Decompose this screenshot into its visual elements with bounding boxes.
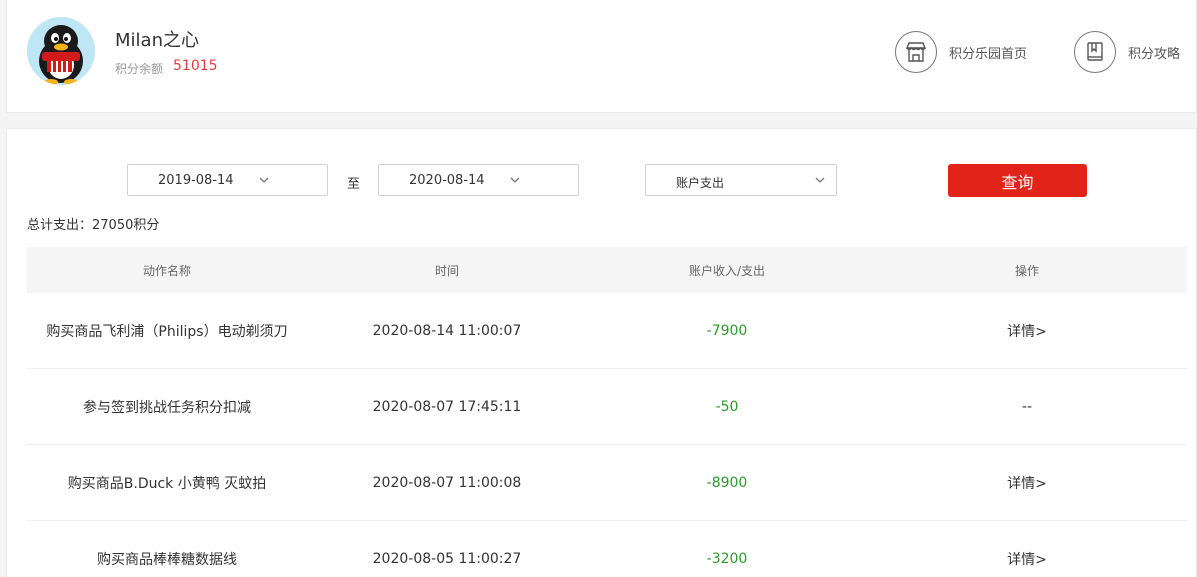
penguin-avatar-icon [27, 17, 95, 85]
store-icon [895, 31, 937, 73]
row-time: 2020-08-05 11:00:27 [372, 550, 522, 567]
row-time: 2020-08-07 17:45:11 [372, 398, 522, 415]
table-row: 购买商品飞利浦（Philips）电动剃须刀 2020-08-14 11:00:0… [27, 293, 1187, 369]
row-action: 购买商品B.Duck 小黄鸭 灭蚊拍 [67, 475, 267, 492]
end-date-select[interactable]: 2020-08-14 [378, 164, 579, 196]
date-range-separator: 至 [347, 177, 361, 192]
chevron-down-icon [814, 172, 826, 191]
start-date-select[interactable]: 2019-08-14 [127, 164, 328, 196]
row-amount: -7900 [706, 322, 748, 339]
chevron-down-icon [509, 172, 521, 192]
table-row: 购买商品B.Duck 小黄鸭 灭蚊拍 2020-08-07 11:00:08 -… [27, 445, 1187, 521]
balance-value: 51015 [173, 58, 218, 74]
row-action: 购买商品飞利浦（Philips）电动剃须刀 [46, 323, 288, 340]
header-amount: 账户收入/支出 [688, 263, 766, 278]
account-type-value: 账户支出 [676, 176, 725, 190]
profile-header: Milan之心 积分余额 51015 积分乐园首页 积分攻略 [6, 0, 1197, 113]
book-icon [1074, 31, 1116, 73]
header-action-name: 动作名称 [142, 263, 191, 278]
row-operation-none: -- [1021, 398, 1033, 415]
records-panel: 2019-08-14 至 2020-08-14 账户支出 查询 总计支出：270… [6, 128, 1197, 577]
table-row: 购买商品棒棒糖数据线 2020-08-05 11:00:27 -3200 详情> [27, 521, 1187, 577]
row-amount: -8900 [706, 474, 748, 491]
row-amount: -50 [715, 398, 739, 415]
row-time: 2020-08-07 11:00:08 [372, 474, 522, 491]
account-type-select[interactable]: 账户支出 [645, 164, 837, 196]
header-time: 时间 [434, 263, 459, 278]
detail-link[interactable]: 详情> [1007, 476, 1047, 492]
balance-label: 积分余额 [115, 62, 164, 76]
points-home-label: 积分乐园首页 [949, 46, 1028, 62]
start-date-value: 2019-08-14 [158, 173, 234, 188]
query-button[interactable]: 查询 [948, 164, 1087, 197]
row-time: 2020-08-14 11:00:07 [372, 322, 522, 339]
row-action: 购买商品棒棒糖数据线 [97, 551, 237, 568]
points-guide-label: 积分攻略 [1128, 46, 1181, 62]
header-operation: 操作 [1014, 263, 1039, 278]
username: Milan之心 [115, 30, 199, 51]
end-date-value: 2020-08-14 [409, 173, 485, 188]
chevron-down-icon [258, 172, 270, 192]
detail-link[interactable]: 详情> [1007, 552, 1047, 568]
row-amount: -3200 [706, 550, 748, 567]
detail-link[interactable]: 详情> [1007, 324, 1047, 340]
records-table: 动作名称 时间 账户收入/支出 操作 购买商品飞利浦（Philips）电动剃须刀… [27, 247, 1187, 577]
points-guide-link[interactable]: 积分攻略 [1074, 31, 1180, 73]
table-header: 动作名称 时间 账户收入/支出 操作 [27, 247, 1187, 293]
table-row: 参与签到挑战任务积分扣减 2020-08-07 17:45:11 -50 -- [27, 369, 1187, 445]
avatar[interactable] [27, 17, 95, 85]
total-expense-summary: 总计支出：27050积分 [27, 218, 160, 233]
row-action: 参与签到挑战任务积分扣减 [83, 399, 251, 416]
points-home-link[interactable]: 积分乐园首页 [895, 31, 1027, 73]
